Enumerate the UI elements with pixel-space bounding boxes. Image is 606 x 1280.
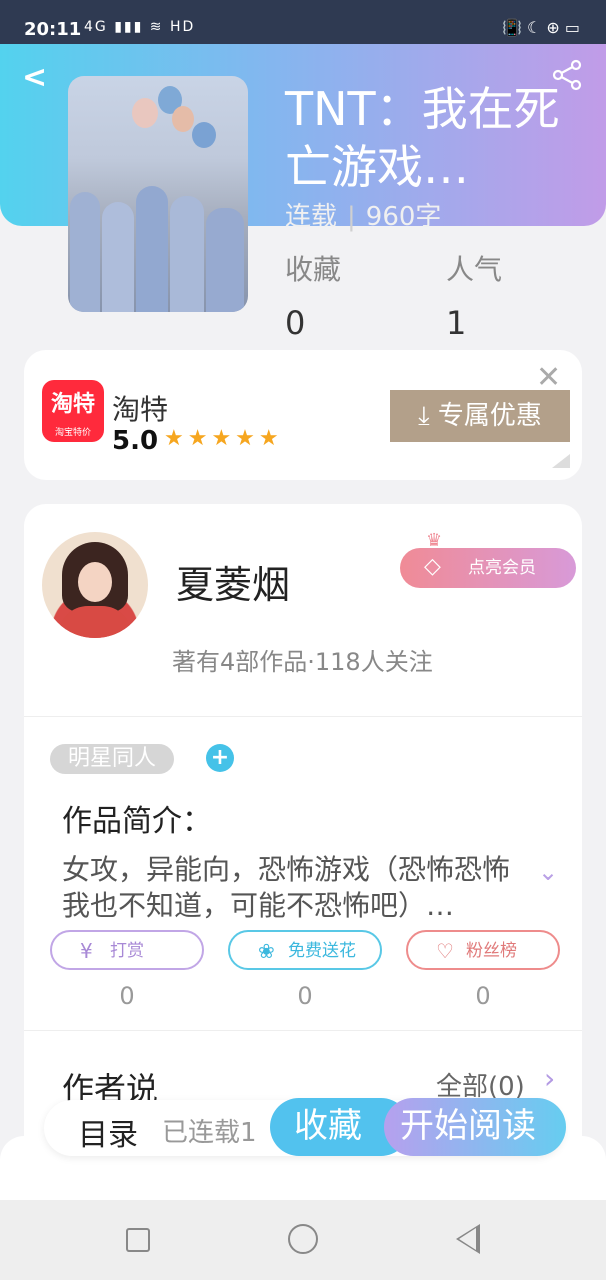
ad-corner-mark xyxy=(552,454,570,468)
battery-icon: 📳 ☾ ⊕ ▭ xyxy=(501,18,580,37)
back-icon[interactable]: < xyxy=(22,60,47,95)
fan-count: 0 xyxy=(475,982,491,1010)
divider xyxy=(24,1030,582,1031)
author-avatar[interactable] xyxy=(42,532,148,638)
home-icon[interactable] xyxy=(288,1224,318,1254)
collect-stat-label: 收藏 xyxy=(285,253,342,286)
reward-button[interactable]: ¥ 打赏 xyxy=(50,930,204,970)
back-triangle-icon[interactable] xyxy=(456,1224,480,1254)
figure-shape xyxy=(102,202,134,312)
catalog-button[interactable]: 目录 xyxy=(78,1110,138,1154)
diamond-icon: ◇ xyxy=(424,554,441,579)
avatar-face-shape xyxy=(78,562,112,602)
flower-icon: ❀ xyxy=(258,939,275,963)
book-cover[interactable] xyxy=(68,76,248,312)
collect-stat-value: 0 xyxy=(285,304,306,342)
recent-apps-icon[interactable] xyxy=(126,1228,150,1252)
send-flower-button[interactable]: ❀ 免费送花 xyxy=(228,930,382,970)
figure-shape xyxy=(136,186,168,312)
meta-divider: | xyxy=(347,202,356,232)
ad-logo-text: 淘特 xyxy=(50,392,95,417)
send-flower-label: 免费送花 xyxy=(288,941,356,961)
figure-shape xyxy=(206,208,244,312)
popularity-stat-value: 1 xyxy=(446,304,467,342)
book-title: TNT：我在死亡游戏… xyxy=(285,82,560,194)
ad-offer-button[interactable]: ⤓ 专属优惠 xyxy=(390,390,570,442)
chevron-down-icon[interactable]: ⌄ xyxy=(538,858,558,886)
chevron-right-icon[interactable]: › xyxy=(544,1062,555,1095)
book-meta: 连载 | 960字 xyxy=(285,196,441,233)
figure-shape xyxy=(170,196,204,312)
avatar-shirt-shape xyxy=(58,606,132,638)
popularity-stat-label: 人气 xyxy=(446,253,503,286)
fan-ranking-button[interactable]: ♡ 粉丝榜 xyxy=(406,930,560,970)
balloon-shape xyxy=(192,122,216,148)
author-name[interactable]: 夏菱烟 xyxy=(176,554,290,609)
genre-tag[interactable]: 明星同人 xyxy=(50,744,174,774)
balloon-shape xyxy=(172,106,194,132)
ad-app-name: 淘特 xyxy=(112,393,169,426)
book-status: 连载 xyxy=(285,202,338,232)
add-tag-icon[interactable]: + xyxy=(206,744,234,772)
network-icon: 4G ▮▮▮ ≋ HD xyxy=(84,19,196,35)
intro-title: 作品简介： xyxy=(62,804,212,839)
flower-count: 0 xyxy=(297,982,313,1010)
serial-status: 已连载1 xyxy=(162,1118,257,1148)
fan-ranking-label: 粉丝榜 xyxy=(466,941,517,961)
author-stats: 著有4部作品·118人关注 xyxy=(172,648,433,676)
ad-card[interactable]: 淘特 淘宝特价 淘特 5.0 ★★★★★ ✕ ⤓ 专属优惠 xyxy=(24,350,582,480)
start-reading-button[interactable]: 开始阅读 xyxy=(384,1098,566,1156)
reward-count: 0 xyxy=(119,982,135,1010)
divider xyxy=(24,716,582,717)
book-word-count: 960字 xyxy=(365,202,442,232)
star-rating-icon: ★★★★★ xyxy=(164,426,283,451)
status-time: 20:11 xyxy=(24,19,82,40)
user-heart-icon: ♡ xyxy=(436,939,454,963)
ad-offer-label: 专属优惠 xyxy=(437,401,542,431)
balloon-shape xyxy=(132,98,158,128)
intro-text: 女攻，异能向，恐怖游戏（恐怖恐怖我也不知道，可能不恐怖吧）… xyxy=(62,853,511,922)
ad-app-logo: 淘特 淘宝特价 xyxy=(42,380,104,442)
reward-label: 打赏 xyxy=(110,941,144,961)
download-icon: ⤓ xyxy=(418,401,430,431)
yen-icon: ¥ xyxy=(80,939,93,963)
ad-rating: 5.0 xyxy=(112,426,159,456)
system-nav-bar xyxy=(0,1200,606,1280)
ad-logo-subtext: 淘宝特价 xyxy=(54,428,91,438)
figure-shape xyxy=(70,192,100,312)
status-bar: 20:11 4G ▮▮▮ ≋ HD 📳 ☾ ⊕ ▭ xyxy=(0,0,606,44)
